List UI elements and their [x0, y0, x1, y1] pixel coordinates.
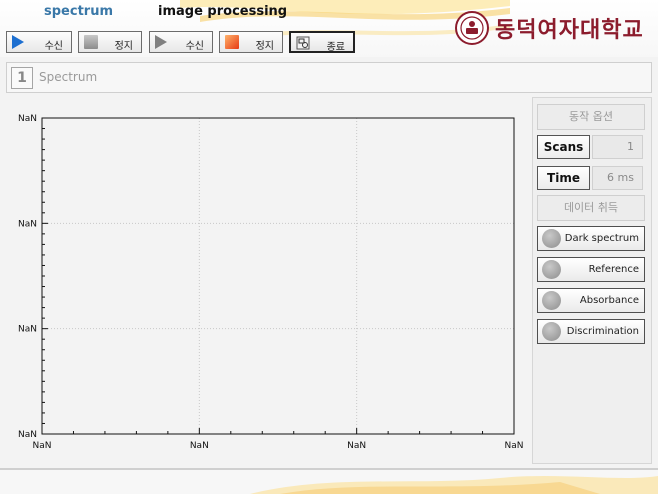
y-tick-label: NaN	[18, 430, 37, 440]
receive-button-1[interactable]: 수신	[6, 31, 72, 53]
play-icon	[12, 35, 24, 49]
reference-button[interactable]: Reference	[537, 257, 645, 282]
app-header: spectrum image processing 수신 정지 수신 정지 종료…	[0, 0, 658, 57]
stop-button-1[interactable]: 정지	[78, 31, 142, 53]
section-title: Spectrum	[39, 70, 98, 84]
receive-button-label: 수신	[44, 41, 63, 52]
exit-button-label: 종료	[326, 42, 345, 53]
section-header: 1 Spectrum	[6, 62, 652, 93]
university-name: 동덕여자대학교	[495, 18, 644, 43]
receive-button-2[interactable]: 수신	[149, 31, 213, 53]
tab-spectrum[interactable]: spectrum	[44, 4, 113, 19]
x-tick-label: NaN	[505, 441, 524, 451]
reference-label: Reference	[588, 264, 639, 275]
app-footer	[0, 468, 658, 494]
play-icon	[155, 35, 167, 49]
absorbance-label: Absorbance	[579, 295, 639, 306]
discrimination-button[interactable]: Discrimination	[537, 319, 645, 344]
stop-button-label: 정지	[114, 41, 133, 52]
tab-image-processing[interactable]: image processing	[158, 4, 287, 19]
receive-button-label: 수신	[185, 41, 204, 52]
status-led-icon	[542, 260, 561, 279]
y-tick-label: NaN	[18, 325, 37, 335]
section-number: 1	[11, 67, 33, 89]
discrimination-label: Discrimination	[566, 326, 639, 337]
y-tick-label: NaN	[18, 114, 37, 124]
spectrum-chart[interactable]: NaN NaN NaN NaN NaN NaN NaN NaN	[0, 95, 530, 467]
x-tick-label: NaN	[347, 441, 366, 451]
status-led-icon	[542, 291, 561, 310]
university-logo: 동덕여자대학교	[455, 11, 651, 47]
footer-divider	[0, 468, 658, 470]
x-tick-label: NaN	[190, 441, 209, 451]
footer-decoration	[250, 476, 658, 494]
scans-value[interactable]: 1	[592, 135, 643, 159]
options-group-label: 동작 옵션	[537, 104, 645, 130]
exit-icon	[296, 36, 310, 50]
stop-button-label: 정지	[255, 41, 274, 52]
scans-button[interactable]: Scans	[537, 135, 590, 159]
time-value[interactable]: 6 ms	[592, 166, 643, 190]
stop-button-2[interactable]: 정지	[219, 31, 283, 53]
status-led-icon	[542, 229, 561, 248]
tab-bar: spectrum image processing	[0, 4, 300, 24]
control-panel: 동작 옵션 Scans 1 Time 6 ms 데이터 취득 Dark spec…	[532, 97, 652, 464]
dark-spectrum-label: Dark spectrum	[564, 233, 639, 244]
x-tick-label: NaN	[33, 441, 52, 451]
stop-icon	[84, 35, 98, 49]
absorbance-button[interactable]: Absorbance	[537, 288, 645, 313]
exit-button[interactable]: 종료	[289, 31, 355, 53]
y-tick-label: NaN	[18, 219, 37, 229]
stop-icon	[225, 35, 239, 49]
plot-area[interactable]	[41, 117, 515, 435]
status-led-icon	[542, 322, 561, 341]
spectrum-plot[interactable]: NaN NaN NaN NaNNaNNaNNaNNaN	[0, 95, 530, 467]
university-emblem-icon	[455, 11, 489, 45]
data-acquisition-group-label: 데이터 취득	[537, 195, 645, 221]
time-button[interactable]: Time	[537, 166, 590, 190]
dark-spectrum-button[interactable]: Dark spectrum	[537, 226, 645, 251]
